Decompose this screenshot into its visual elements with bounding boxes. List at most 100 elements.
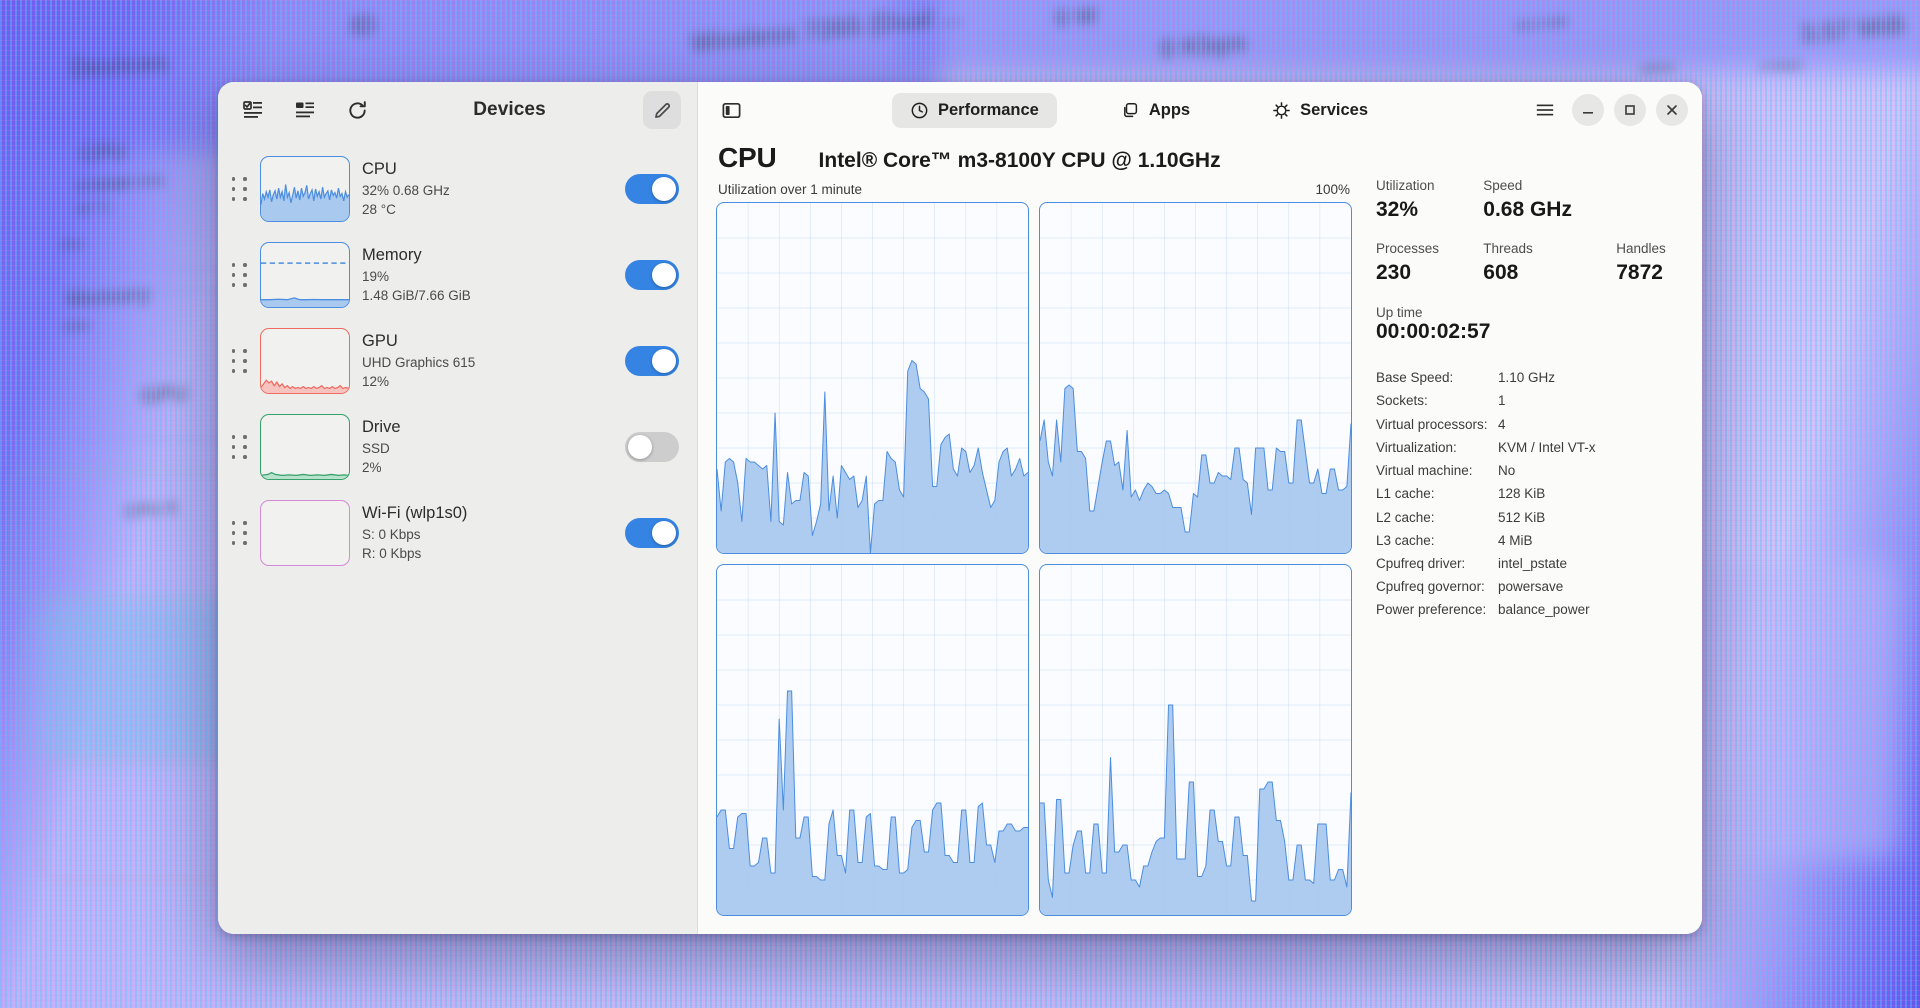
cpu-heading: CPU Intel® Core™ m3-8100Y CPU @ 1.10GHz [716, 138, 1352, 182]
device-row-wi-fi-wlp1s0[interactable]: Wi-Fi (wlp1s0) S: 0 Kbps R: 0 Kbps [218, 490, 697, 576]
stat-value-processes: 230 [1376, 260, 1412, 284]
pencil-edit-icon[interactable] [643, 91, 681, 129]
stat-label-speed: Speed [1483, 178, 1523, 193]
spec-row: L3 cache: 4 MiB [1376, 529, 1684, 552]
window-controls [1528, 93, 1688, 127]
main-tabs: Performance Apps Services [756, 92, 1522, 128]
spec-value: 1 [1498, 393, 1506, 409]
device-sub-2: 1.48 GiB/7.66 GiB [362, 288, 471, 304]
refresh-icon[interactable] [338, 91, 376, 129]
cpu-graph-0 [716, 202, 1029, 554]
tab-apps[interactable]: Apps [1103, 93, 1208, 128]
axis-label-right: 100% [1315, 182, 1350, 197]
cpu-graph-1 [1039, 202, 1352, 554]
spec-key: Cpufreq driver: [1376, 555, 1466, 571]
device-thumbnail [260, 242, 350, 308]
cpu-stats-grid: Utilization Speed 32% 0.68 GHz Processes Thre… [1376, 176, 1684, 301]
tab-label: Services [1300, 100, 1369, 119]
tab-services[interactable]: Services [1254, 93, 1386, 128]
device-list: CPU 32% 0.68 GHz 28 °C Memory 19% 1.48 GiB/7.… [218, 138, 697, 576]
spec-key: Virtual machine: [1376, 463, 1473, 479]
cpu-content: CPU Intel® Core™ m3-8100Y CPU @ 1.10GHz … [698, 138, 1702, 934]
device-text: Wi-Fi (wlp1s0) S: 0 Kbps R: 0 Kbps [362, 502, 613, 563]
uptime-value: 00:00:02:57 [1376, 320, 1491, 344]
device-name: CPU [362, 160, 397, 179]
device-name: Wi-Fi (wlp1s0) [362, 504, 468, 523]
spec-value: 4 MiB [1498, 532, 1533, 548]
minimize-button[interactable] [1572, 94, 1604, 126]
device-sub-2: R: 0 Kbps [362, 546, 422, 562]
device-row-gpu[interactable]: GPU UHD Graphics 615 12% [218, 318, 697, 404]
close-button[interactable] [1656, 94, 1688, 126]
device-row-drive[interactable]: Drive SSD 2% [218, 404, 697, 490]
detail-view-icon[interactable] [286, 91, 324, 129]
ghost-text: CPU [79, 138, 128, 167]
device-toggle[interactable] [625, 346, 679, 376]
spec-row: Virtual machine: No [1376, 459, 1684, 482]
toggle-knob [652, 263, 676, 287]
cpu-model: Intel® Core™ m3-8100Y CPU @ 1.10GHz [818, 149, 1221, 172]
cpu-graph-2 [716, 564, 1029, 916]
ghost-text: 30% [59, 237, 85, 253]
spec-row: Sockets: 1 [1376, 389, 1684, 412]
toggle-knob [652, 349, 676, 373]
spec-value: No [1498, 463, 1516, 479]
device-thumbnail [260, 414, 350, 480]
spec-key: Cpufreq governor: [1376, 579, 1485, 595]
device-sub-1: S: 0 Kbps [362, 526, 421, 542]
uptime-label: Up time [1376, 305, 1423, 321]
spec-row: Cpufreq governor: powersave [1376, 575, 1684, 598]
device-row-cpu[interactable]: CPU 32% 0.68 GHz 28 °C [218, 146, 697, 232]
device-toggle[interactable] [625, 174, 679, 204]
drag-handle-icon[interactable] [230, 348, 248, 374]
ghost-text: 28 °C [75, 198, 112, 218]
device-thumbnail [260, 156, 350, 222]
device-row-memory[interactable]: Memory 19% 1.48 GiB/7.66 GiB [218, 232, 697, 318]
drag-handle-icon[interactable] [230, 434, 248, 460]
spec-key: L1 cache: [1376, 486, 1435, 502]
page-title: Devices [473, 99, 546, 120]
device-sub-2: 2% [362, 460, 382, 476]
cpu-graph-3 [1039, 564, 1352, 916]
gauge-icon [910, 101, 929, 120]
device-text: Drive SSD 2% [362, 416, 613, 477]
spec-key: Base Speed: [1376, 370, 1454, 386]
device-toggle[interactable] [625, 260, 679, 290]
spec-row: Virtualization: KVM / Intel VT-x [1376, 436, 1684, 459]
axis-label-left: Utilization over 1 minute [718, 182, 863, 197]
stat-label-processes: Processes [1376, 240, 1440, 256]
spec-value: powersave [1498, 579, 1564, 595]
stat-label-threads: Threads [1483, 240, 1533, 256]
toggle-knob [652, 521, 676, 545]
device-sub-1: 32% 0.68 GHz [362, 182, 450, 198]
system-monitor-window: Devices CPU 32% 0.68 GHz 28 °C Memory 19% 1.4… [218, 82, 1702, 934]
spec-row: Power preference: balance_power [1376, 598, 1684, 621]
stat-value-threads: 608 [1483, 260, 1519, 284]
menu-button[interactable] [1528, 93, 1562, 127]
stat-value-speed: 0.68 GHz [1483, 198, 1572, 222]
device-sub-1: UHD Graphics 615 [362, 354, 476, 370]
device-thumbnail [260, 328, 350, 394]
toggle-knob [628, 435, 652, 459]
drag-handle-icon[interactable] [230, 520, 248, 546]
spec-key: L3 cache: [1376, 532, 1435, 548]
checklist-view-icon[interactable] [234, 91, 272, 129]
tab-label: Performance [937, 100, 1039, 119]
device-toggle[interactable] [625, 518, 679, 548]
tab-performance[interactable]: Performance [891, 92, 1057, 128]
spec-row: L2 cache: 512 KiB [1376, 506, 1684, 529]
ghost-text: GPU [139, 380, 189, 409]
drag-handle-icon[interactable] [230, 262, 248, 288]
cpu-core-graphs [716, 202, 1352, 934]
ghost-text: nt/rec [1639, 58, 1676, 77]
spec-value: 512 KiB [1498, 509, 1546, 525]
ghost-text: 33 % [95, 177, 124, 193]
device-text: Memory 19% 1.48 GiB/7.66 GiB [362, 244, 613, 305]
services-gear-icon [1272, 101, 1291, 120]
graph-axis-labels: Utilization over 1 minute 100% [716, 182, 1352, 202]
drag-handle-icon[interactable] [230, 176, 248, 202]
device-toggle[interactable] [625, 432, 679, 462]
maximize-button[interactable] [1614, 94, 1646, 126]
ghost-text: ID [348, 9, 377, 41]
panel-toggle-icon[interactable] [712, 91, 750, 129]
